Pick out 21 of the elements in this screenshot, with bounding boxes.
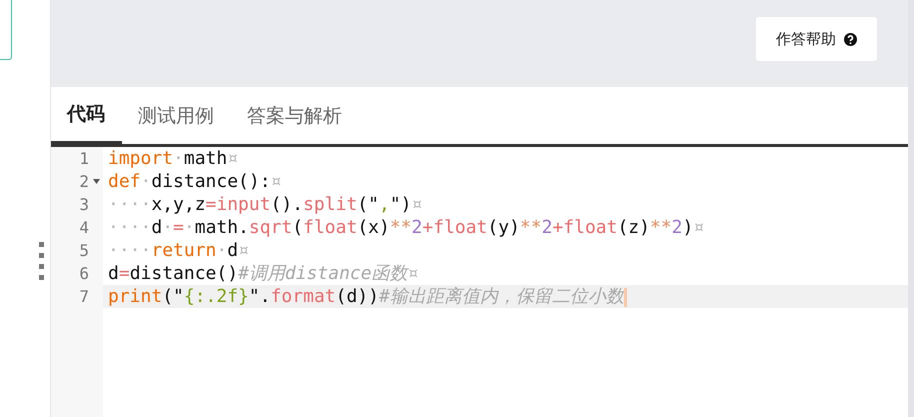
tab[interactable]: 代码 — [51, 87, 122, 144]
line-number: 4 — [79, 217, 89, 239]
help-button[interactable]: 作答帮助 — [756, 17, 877, 61]
code-line: import·math¤ — [107, 147, 240, 170]
code-line: ····return·d¤ — [107, 239, 250, 262]
scrollbar[interactable] — [908, 0, 914, 417]
code-line: ····x,y,z=input().split(",")¤ — [107, 193, 424, 216]
tab[interactable]: 测试用例 — [122, 87, 231, 144]
tab[interactable]: 答案与解析 — [231, 87, 359, 144]
line-number: 5 — [79, 240, 89, 262]
line-number: 3 — [79, 194, 89, 216]
fold-caret-icon[interactable] — [92, 179, 100, 184]
code-line: d=distance()#调用distance函数¤ — [107, 262, 420, 285]
drag-handle-icon[interactable] — [39, 242, 45, 280]
line-number: 1 — [79, 148, 89, 170]
question-icon — [844, 32, 857, 46]
code-line: ····d·=·math.sqrt(float(x)**2+float(y)**2+float(z)**2)¤ — [107, 216, 706, 239]
line-number: 6 — [79, 263, 89, 285]
line-number: 7 — [79, 286, 89, 308]
code-line: def·distance():¤ — [107, 170, 282, 193]
line-number: 2 — [79, 171, 89, 193]
